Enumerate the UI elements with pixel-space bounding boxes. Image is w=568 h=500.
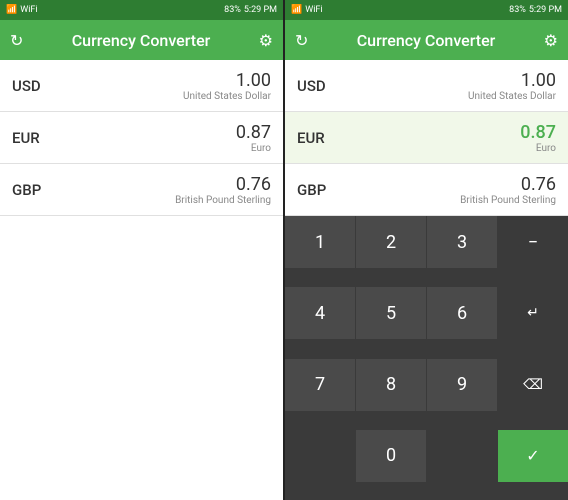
left-gbp-row[interactable]: GBP 0.76 British Pound Sterling	[0, 164, 283, 216]
key-5[interactable]: 5	[356, 287, 426, 339]
left-gbp-code: GBP	[12, 181, 62, 199]
key-enter[interactable]: ↵	[498, 287, 568, 339]
right-status-icons: 📶 WiFi	[291, 5, 506, 15]
left-eur-name: Euro	[62, 143, 271, 154]
right-eur-code: EUR	[297, 129, 347, 147]
right-usd-amount: 1.00	[347, 70, 556, 91]
left-refresh-button[interactable]: ↻	[10, 31, 23, 50]
key-minus[interactable]: −	[498, 216, 568, 268]
key-8[interactable]: 8	[356, 359, 426, 411]
left-usd-row[interactable]: USD 1.00 United States Dollar	[0, 60, 283, 112]
left-settings-button[interactable]: ⚙	[259, 31, 273, 50]
left-gbp-values: 0.76 British Pound Sterling	[62, 174, 271, 206]
key-2[interactable]: 2	[356, 216, 426, 268]
left-status-icons: 📶 WiFi	[6, 5, 221, 15]
left-currency-list: USD 1.00 United States Dollar EUR 0.87 E…	[0, 60, 283, 500]
key-confirm[interactable]: ✓	[498, 430, 568, 482]
key-4[interactable]: 4	[285, 287, 355, 339]
key-backspace[interactable]: ⌫	[498, 359, 568, 411]
right-eur-amount: 0.87	[347, 122, 556, 143]
left-usd-values: 1.00 United States Dollar	[62, 70, 271, 102]
left-status-bar: 📶 WiFi 83% 5:29 PM	[0, 0, 283, 20]
numeric-keyboard: 1 2 3 − 4 5 6 ↵ 7 8 9 ⌫ 0 ✓	[285, 216, 568, 500]
right-battery: 83%	[509, 5, 526, 15]
left-screen: 📶 WiFi 83% 5:29 PM ↻ Currency Converter …	[0, 0, 283, 500]
right-refresh-button[interactable]: ↻	[295, 31, 308, 50]
left-eur-values: 0.87 Euro	[62, 122, 271, 154]
key-1[interactable]: 1	[285, 216, 355, 268]
right-usd-row[interactable]: USD 1.00 United States Dollar	[285, 60, 568, 112]
key-9[interactable]: 9	[427, 359, 497, 411]
right-time: 5:29 PM	[529, 5, 562, 15]
right-usd-name: United States Dollar	[347, 91, 556, 102]
key-6[interactable]: 6	[427, 287, 497, 339]
right-gbp-code: GBP	[297, 181, 347, 199]
right-settings-button[interactable]: ⚙	[544, 31, 558, 50]
right-gbp-row[interactable]: GBP 0.76 British Pound Sterling	[285, 164, 568, 216]
wifi-icon: WiFi	[20, 5, 37, 15]
left-usd-amount: 1.00	[62, 70, 271, 91]
right-app-title: Currency Converter	[357, 31, 496, 50]
signal-icon: 📶	[6, 5, 17, 15]
left-time: 5:29 PM	[244, 5, 277, 15]
right-currency-list: USD 1.00 United States Dollar EUR 0.87 E…	[285, 60, 568, 216]
left-eur-code: EUR	[12, 129, 62, 147]
right-app-header: ↻ Currency Converter ⚙	[285, 20, 568, 60]
left-usd-code: USD	[12, 77, 62, 95]
key-empty-left	[285, 430, 355, 482]
left-eur-row[interactable]: EUR 0.87 Euro	[0, 112, 283, 164]
right-screen: 📶 WiFi 83% 5:29 PM ↻ Currency Converter …	[285, 0, 568, 500]
left-battery: 83%	[224, 5, 241, 15]
left-app-title: Currency Converter	[72, 31, 211, 50]
left-usd-name: United States Dollar	[62, 91, 271, 102]
left-app-header: ↻ Currency Converter ⚙	[0, 20, 283, 60]
right-status-bar: 📶 WiFi 83% 5:29 PM	[285, 0, 568, 20]
left-gbp-name: British Pound Sterling	[62, 195, 271, 206]
left-eur-amount: 0.87	[62, 122, 271, 143]
right-usd-values: 1.00 United States Dollar	[347, 70, 556, 102]
left-gbp-amount: 0.76	[62, 174, 271, 195]
key-0[interactable]: 0	[356, 430, 426, 482]
key-3[interactable]: 3	[427, 216, 497, 268]
right-eur-values: 0.87 Euro	[347, 122, 556, 154]
right-usd-code: USD	[297, 77, 347, 95]
right-eur-row[interactable]: EUR 0.87 Euro	[285, 112, 568, 164]
key-7[interactable]: 7	[285, 359, 355, 411]
right-wifi-icon: WiFi	[305, 5, 322, 15]
right-gbp-values: 0.76 British Pound Sterling	[347, 174, 556, 206]
right-gbp-name: British Pound Sterling	[347, 195, 556, 206]
right-signal-icon: 📶	[291, 5, 302, 15]
right-eur-name: Euro	[347, 143, 556, 154]
key-empty-right	[427, 430, 497, 482]
right-gbp-amount: 0.76	[347, 174, 556, 195]
